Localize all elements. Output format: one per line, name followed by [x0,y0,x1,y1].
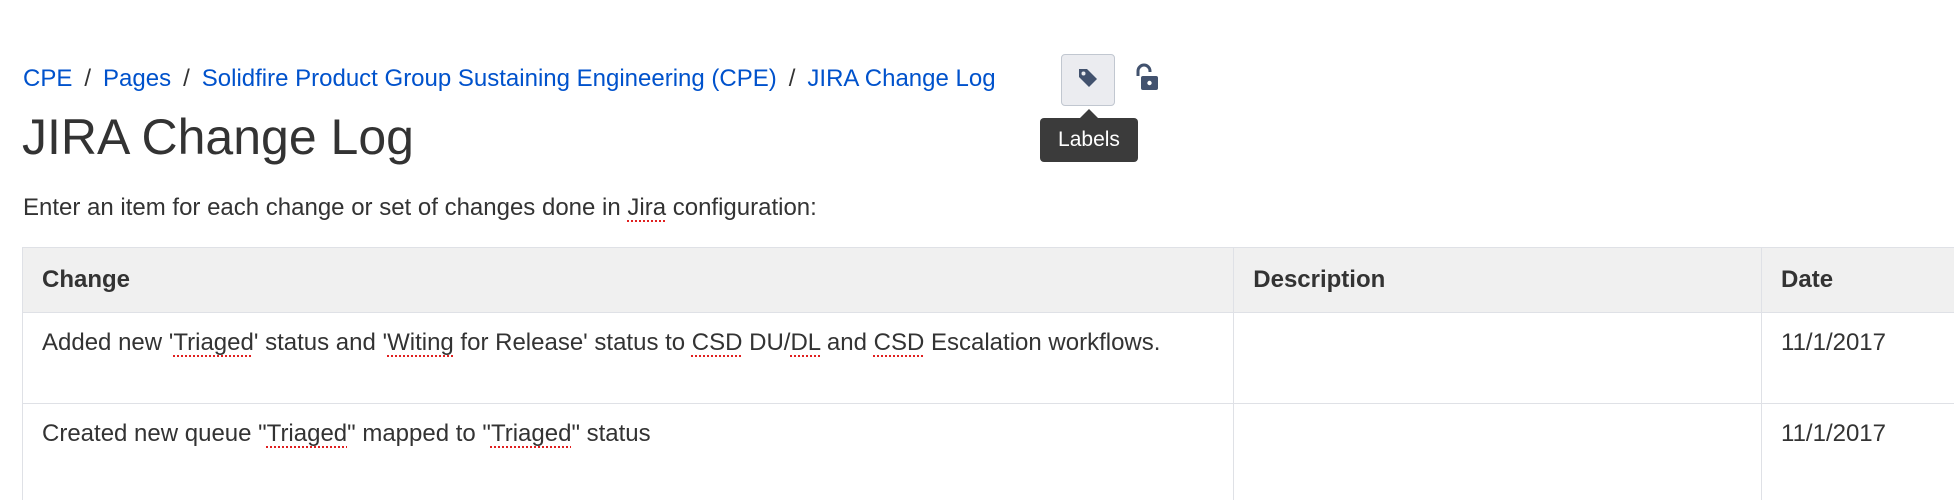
tag-icon [1076,66,1100,95]
cell-description[interactable] [1233,403,1763,500]
cell-date[interactable]: 11/1/2017 [1761,403,1954,500]
change-text: DU/ [742,329,791,356]
change-text: DL [790,329,821,356]
breadcrumb-separator: / [788,65,796,92]
table-row: Created new queue "Triaged" mapped to "T… [21,403,1954,500]
intro-text-part: configuration: [666,194,817,221]
change-text: for Release' status to [453,329,692,356]
labels-button[interactable] [1061,54,1115,106]
breadcrumb-pages[interactable]: Pages [103,65,171,93]
intro-text-part: Enter an item for each change or set of … [23,194,628,221]
cell-change[interactable]: Created new queue "Triaged" mapped to "T… [21,403,1235,500]
change-log-table-wrapper: Change Description Date Added new 'Triag… [21,247,1954,500]
change-text: Created new queue " [42,420,267,447]
change-text: Triaged [173,329,254,356]
cell-change[interactable]: Added new 'Triaged' status and 'Witing f… [21,312,1235,404]
change-text: Triaged [266,420,348,447]
confluence-page: CPE / Pages / Solidfire Product Group Su… [0,0,1954,500]
cell-description[interactable] [1233,312,1763,404]
breadcrumb-separator: / [84,65,92,92]
change-text: Escalation workflows. [924,329,1161,356]
header-date: Date [1761,247,1954,313]
change-text: Triaged [490,420,572,447]
breadcrumb: CPE / Pages / Solidfire Product Group Su… [23,56,996,102]
restrictions-button[interactable] [1130,63,1164,97]
table-row: Added new 'Triaged' status and 'Witing f… [21,312,1954,404]
change-text: ' status and ' [253,329,388,356]
change-text: Added new ' [42,329,174,356]
table-header-row: Change Description Date [21,247,1954,313]
breadcrumb-cpe[interactable]: CPE [23,65,72,93]
change-text: CSD [691,329,743,356]
breadcrumb-separator: / [183,65,190,92]
header-description: Description [1233,247,1763,313]
breadcrumb-jira-change-log[interactable]: JIRA Change Log [807,65,995,93]
header-change: Change [21,247,1235,313]
intro-text-part: Jira [627,194,667,221]
change-text: and [820,329,874,356]
labels-tooltip: Labels [1040,109,1138,162]
breadcrumb-solidfire-cpe[interactable]: Solidfire Product Group Sustaining Engin… [202,65,777,93]
change-text: " mapped to " [347,420,491,447]
unlock-icon [1134,63,1160,98]
cell-date[interactable]: 11/1/2017 [1761,312,1954,404]
change-text: " status [571,420,651,447]
change-text: Witing [387,329,454,356]
page-title: JIRA Change Log [22,109,414,165]
intro-text: Enter an item for each change or set of … [23,194,817,222]
change-text: CSD [873,329,925,356]
change-log-table: Change Description Date Added new 'Triag… [21,247,1954,500]
